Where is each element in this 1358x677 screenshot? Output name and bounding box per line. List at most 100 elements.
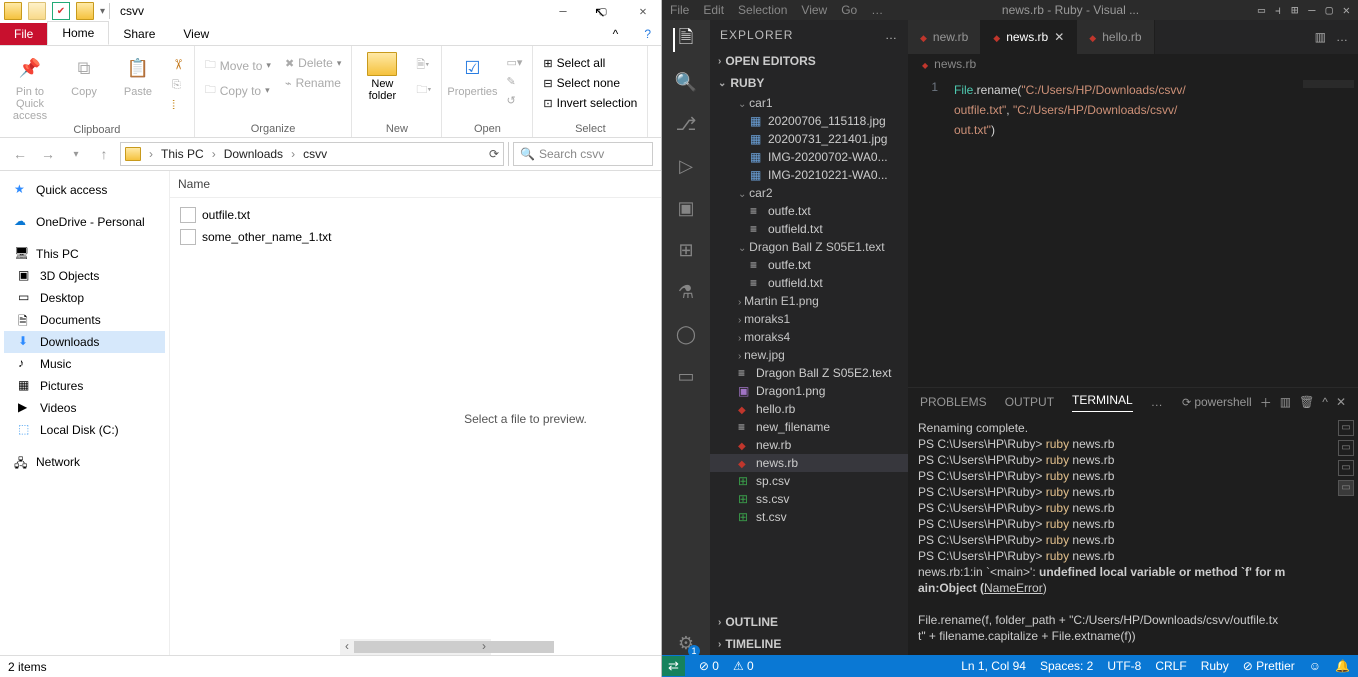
tree-node[interactable]: car2: [710, 184, 908, 202]
tree-node[interactable]: moraks1: [710, 310, 908, 328]
tree-node[interactable]: outfe.txt: [710, 202, 908, 220]
tree-node[interactable]: outfe.txt: [710, 256, 908, 274]
help-button[interactable]: ?: [634, 23, 661, 45]
qat-dropdown-icon[interactable]: ▾: [100, 6, 105, 17]
minimize-button[interactable]: —: [1308, 3, 1315, 18]
copy-to-button[interactable]: 🗀 Copy to: [201, 79, 275, 102]
crumb-thispc[interactable]: This PC: [161, 147, 204, 161]
nav-desktop[interactable]: ▭Desktop: [4, 287, 165, 309]
tree-node[interactable]: Dragon Ball Z S05E1.text: [710, 238, 908, 256]
nav-documents[interactable]: 🗎Documents: [4, 309, 165, 331]
status-warnings[interactable]: ⚠ 0: [733, 659, 754, 673]
back-button[interactable]: ←: [8, 142, 32, 166]
maximize-panel-icon[interactable]: ^: [1322, 395, 1328, 409]
search-input[interactable]: 🔍Search csvv: [513, 142, 653, 166]
menu-file[interactable]: File: [670, 3, 689, 17]
output-tab[interactable]: OUTPUT: [1005, 395, 1054, 409]
tree-node[interactable]: 20200731_221401.jpg: [710, 130, 908, 148]
outline-section[interactable]: OUTLINE: [710, 611, 908, 633]
term-action-icon[interactable]: ▭: [1338, 420, 1354, 436]
bookmark-icon[interactable]: ▭: [674, 364, 698, 388]
timeline-section[interactable]: TIMELINE: [710, 633, 908, 655]
layout-icon[interactable]: ⫞: [1275, 3, 1281, 18]
layout-icon[interactable]: ⊞: [1291, 3, 1298, 18]
tree-node[interactable]: hello.rb: [710, 400, 908, 418]
code-content[interactable]: File.rename("C:/Users/HP/Downloads/csvv/…: [948, 74, 1298, 387]
tree-node[interactable]: outfield.txt: [710, 274, 908, 292]
pin-quick-access-button[interactable]: 📌Pin to Quick access: [6, 50, 54, 122]
menu-go[interactable]: Go: [841, 3, 857, 17]
minimap[interactable]: [1298, 74, 1358, 387]
horizontal-scrollbar[interactable]: ‹›: [340, 639, 491, 655]
more-icon[interactable]: …: [1336, 30, 1348, 44]
copy-button[interactable]: ⧉Copy: [60, 50, 108, 98]
paste-shortcut-button[interactable]: ⵂ: [168, 96, 188, 114]
file-list[interactable]: outfile.txt some_other_name_1.txt: [170, 198, 390, 639]
vscode-titlebar[interactable]: File Edit Selection View Go … news.rb - …: [662, 0, 1358, 20]
tree-node[interactable]: news.rb: [710, 454, 908, 472]
breadcrumb[interactable]: news.rb: [908, 54, 1358, 74]
tab-new-rb[interactable]: new.rb: [908, 20, 981, 54]
status-prettier[interactable]: ⊘ Prettier: [1243, 659, 1295, 673]
shell-picker[interactable]: ⟳ powershell: [1182, 395, 1252, 409]
accounts-icon[interactable]: ⚙1: [674, 631, 698, 655]
test-icon[interactable]: ⚗: [674, 280, 698, 304]
tree-node[interactable]: new_filename: [710, 418, 908, 436]
tree-node[interactable]: moraks4: [710, 328, 908, 346]
tree-node[interactable]: IMG-20210221-WA0...: [710, 166, 908, 184]
problems-tab[interactable]: PROBLEMS: [920, 395, 987, 409]
new-item-button[interactable]: 🗎▾: [412, 54, 435, 77]
tree-node[interactable]: 20200706_115118.jpg: [710, 112, 908, 130]
nav-videos[interactable]: ▶Videos: [4, 397, 165, 419]
extensions-icon[interactable]: ▣: [674, 196, 698, 220]
maximize-button[interactable]: ▢: [1326, 3, 1333, 18]
status-feedback-icon[interactable]: ☺: [1309, 659, 1321, 673]
tree-node[interactable]: Dragon Ball Z S05E2.text: [710, 364, 908, 382]
collapse-ribbon-button[interactable]: ^: [597, 23, 635, 45]
properties-button[interactable]: ☑Properties: [448, 50, 496, 98]
open-button[interactable]: ▭▾: [502, 54, 526, 71]
tab-hello-rb[interactable]: hello.rb: [1077, 20, 1154, 54]
close-button[interactable]: ✕: [629, 4, 657, 18]
nav-3d-objects[interactable]: ▣3D Objects: [4, 265, 165, 287]
workspace-root[interactable]: RUBY: [710, 72, 908, 94]
status-position[interactable]: Ln 1, Col 94: [961, 659, 1026, 673]
status-errors[interactable]: ⊘ 0: [699, 659, 719, 673]
crumb-csvv[interactable]: csvv: [303, 147, 327, 161]
tree-node[interactable]: new.rb: [710, 436, 908, 454]
file-row[interactable]: outfile.txt: [174, 204, 386, 226]
sidebar-more-icon[interactable]: …: [885, 28, 898, 42]
nav-pictures[interactable]: ▦Pictures: [4, 375, 165, 397]
breadcrumb-bar[interactable]: This PC Downloads csvv ⟳: [120, 142, 504, 166]
remote-icon[interactable]: ⊞: [674, 238, 698, 262]
explorer-icon[interactable]: 🗎: [673, 28, 697, 52]
cut-button[interactable]: ✂: [168, 54, 188, 75]
tree-node[interactable]: outfield.txt: [710, 220, 908, 238]
file-tree[interactable]: car120200706_115118.jpg20200731_221401.j…: [710, 94, 908, 611]
refresh-icon[interactable]: ⟳: [489, 147, 499, 161]
copy-path-button[interactable]: ⎘: [168, 77, 188, 94]
open-editors-section[interactable]: OPEN EDITORS: [710, 50, 908, 72]
explorer-titlebar[interactable]: ✔ ▾ csvv — ▢ ✕: [0, 0, 661, 22]
easy-access-button[interactable]: 🗀▾: [412, 79, 435, 102]
tree-node[interactable]: Martin E1.png: [710, 292, 908, 310]
up-button[interactable]: ↑: [92, 142, 116, 166]
crumb-downloads[interactable]: Downloads: [224, 147, 283, 161]
status-encoding[interactable]: UTF-8: [1107, 659, 1141, 673]
tree-node[interactable]: new.jpg: [710, 346, 908, 364]
status-bell-icon[interactable]: 🔔: [1335, 659, 1350, 673]
layout-icon[interactable]: ▭: [1258, 3, 1265, 18]
github-icon[interactable]: ◯: [674, 322, 698, 346]
more-icon[interactable]: …: [1151, 395, 1163, 409]
forward-button[interactable]: →: [36, 142, 60, 166]
new-terminal-icon[interactable]: ＋: [1260, 394, 1272, 411]
term-action-icon[interactable]: ▭: [1338, 480, 1354, 496]
close-button[interactable]: ✕: [1343, 3, 1350, 18]
delete-button[interactable]: ✖ Delete: [281, 54, 345, 72]
term-action-icon[interactable]: ▭: [1338, 460, 1354, 476]
nav-onedrive[interactable]: ☁OneDrive - Personal: [4, 211, 165, 233]
tree-node[interactable]: IMG-20200702-WA0...: [710, 148, 908, 166]
rename-button[interactable]: ⌁ Rename: [281, 74, 345, 92]
new-folder-button[interactable]: New folder: [358, 50, 406, 102]
search-icon[interactable]: 🔍: [674, 70, 698, 94]
